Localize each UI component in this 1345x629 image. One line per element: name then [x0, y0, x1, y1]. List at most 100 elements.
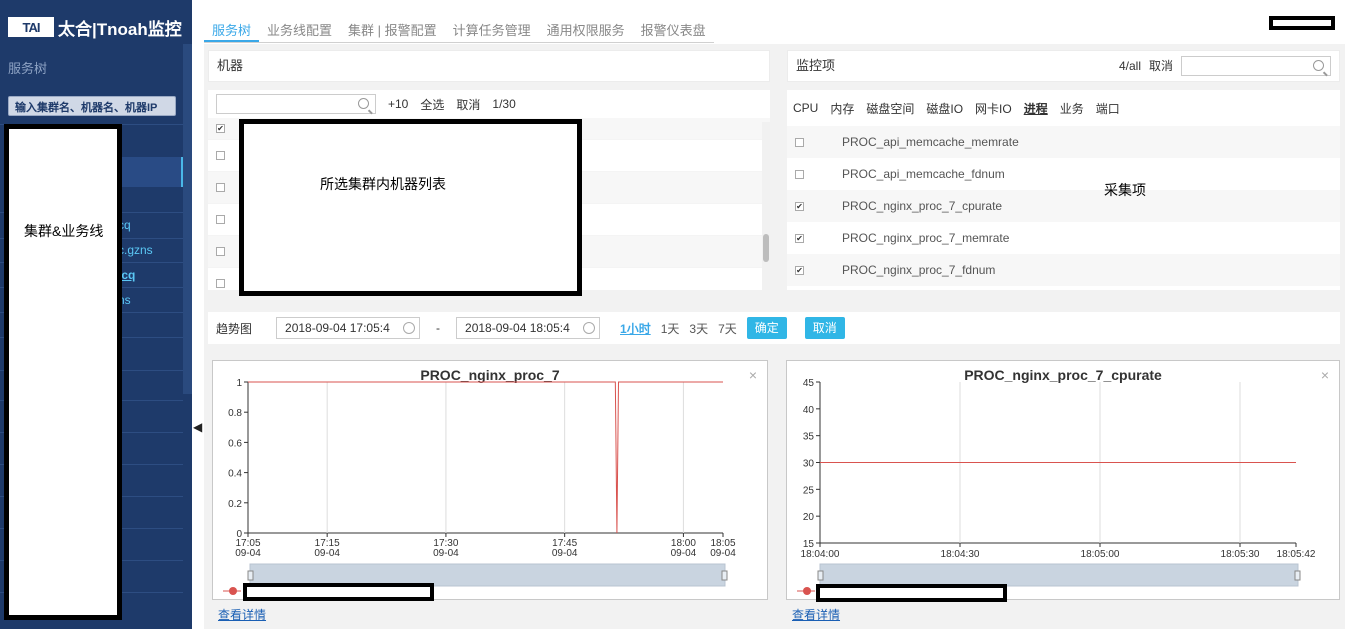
- checkbox[interactable]: [216, 183, 225, 192]
- trend-toolbar: 趋势图 2018-09-04 17:05:4 - 2018-09-04 18:0…: [208, 312, 1340, 344]
- x-tick-date: 09-04: [314, 548, 340, 559]
- checkbox[interactable]: ✔: [216, 124, 225, 133]
- tab-permission[interactable]: 通用权限服务: [539, 19, 633, 42]
- y-tick-label: 45: [803, 378, 815, 389]
- list-item[interactable]: PROC_api_memcache_memrate: [787, 126, 1340, 158]
- checkbox[interactable]: ✔: [795, 265, 804, 275]
- page-indicator: 1/30: [492, 97, 516, 111]
- checkbox[interactable]: [216, 215, 225, 224]
- cluster-search-input[interactable]: 输入集群名、机器名、机器IP: [8, 96, 176, 116]
- redaction-label: 所选集群内机器列表: [320, 176, 446, 192]
- checkbox[interactable]: ✔: [795, 233, 804, 243]
- navigator-handle-right: [1294, 570, 1301, 581]
- list-item[interactable]: ✔ PROC_nginx_proc_7_fdnum: [787, 254, 1340, 286]
- navigator-handle-left: [247, 570, 254, 581]
- tab-business[interactable]: 业务: [1060, 100, 1084, 117]
- list-item[interactable]: ✔ PROC_nginx_proc_7_cpurate: [787, 190, 1340, 222]
- range-3d[interactable]: 3天: [689, 320, 708, 337]
- range-1d[interactable]: 1天: [661, 320, 680, 337]
- redaction-label: 集群&业务线: [24, 223, 104, 239]
- scrollbar-thumb[interactable]: [763, 234, 769, 262]
- app-logo[interactable]: TAI 太合|Tnoah监控: [8, 14, 182, 40]
- x-tick-label: 18:05:42: [1277, 549, 1316, 560]
- tab-compute-task[interactable]: 计算任务管理: [445, 19, 539, 42]
- redacted-user-info: [1269, 16, 1335, 30]
- clock-icon: [583, 322, 596, 334]
- cancel-select-button[interactable]: 取消: [456, 96, 480, 113]
- y-tick-label: 20: [803, 512, 815, 523]
- tab-service-tree[interactable]: 服务树: [204, 19, 260, 42]
- checkbox[interactable]: [216, 151, 225, 160]
- redacted-legend: [243, 583, 434, 601]
- confirm-button[interactable]: 确定: [746, 317, 787, 339]
- y-tick-label: 30: [803, 459, 815, 470]
- checkbox[interactable]: [795, 169, 804, 179]
- y-tick-label: 0.4: [228, 469, 242, 480]
- tab-cpu[interactable]: CPU: [793, 101, 818, 115]
- monitor-search-input[interactable]: [1181, 56, 1331, 76]
- x-tick-label: 18:04:30: [941, 549, 980, 560]
- end-time-value: 2018-09-04 18:05:4: [465, 321, 570, 335]
- item-name: PROC_nginx_proc_7_fdnum: [842, 263, 996, 277]
- chart-plot-2: 1520253035404518:04:00 18:04:30 18:05:00 18…: [797, 378, 1316, 595]
- tab-cluster-alarm[interactable]: 集群 | 报警配置: [340, 19, 445, 42]
- x-tick-label: 18:04:00: [801, 549, 840, 560]
- checkbox[interactable]: [795, 137, 804, 147]
- end-time-input[interactable]: 2018-09-04 18:05:4: [456, 317, 601, 339]
- cancel-button[interactable]: 取消: [804, 317, 845, 339]
- x-tick-label: 18:05:00: [1081, 549, 1120, 560]
- x-tick-date: 09-04: [235, 548, 261, 559]
- machine-list-scrollbar[interactable]: [762, 122, 770, 290]
- y-tick-label: 1: [236, 378, 242, 389]
- tab-process[interactable]: 进程: [1024, 100, 1048, 117]
- item-name: PROC_nginx_proc_7_cpurate: [842, 199, 1003, 213]
- navigator-handle-right: [721, 570, 728, 581]
- checkbox[interactable]: [216, 279, 225, 288]
- range-7d[interactable]: 7天: [718, 320, 737, 337]
- main-tabs: 服务树 业务线配置 集群 | 报警配置 计算任务管理 通用权限服务 报警仪表盘: [204, 19, 714, 43]
- list-item[interactable]: ✔ PROC_nginx_proc_7_memrate: [787, 222, 1340, 254]
- checkbox[interactable]: [216, 247, 225, 256]
- y-tick-label: 35: [803, 432, 815, 443]
- start-time-input[interactable]: 2018-09-04 17:05:4: [276, 317, 421, 339]
- checkbox[interactable]: ✔: [795, 201, 804, 211]
- monitor-cancel-button[interactable]: 取消: [1149, 51, 1173, 81]
- x-tick-date: 09-04: [552, 548, 578, 559]
- tab-business-line[interactable]: 业务线配置: [259, 19, 340, 42]
- tab-disk-io[interactable]: 磁盘IO: [926, 100, 963, 117]
- tab-alarm-dashboard[interactable]: 报警仪表盘: [633, 19, 714, 42]
- item-name: PROC_api_memcache_memrate: [842, 135, 1019, 149]
- navigator-range: [819, 563, 1299, 587]
- sidebar-scrollbar[interactable]: [183, 44, 192, 394]
- monitor-category-tabs: CPU 内存 磁盘空间 磁盘IO 网卡IO 进程 业务 端口: [787, 90, 1340, 126]
- tab-port[interactable]: 端口: [1096, 100, 1120, 117]
- tab-memory[interactable]: 内存: [830, 100, 854, 117]
- tab-net-io[interactable]: 网卡IO: [975, 100, 1012, 117]
- machine-search-input[interactable]: [216, 94, 376, 114]
- range-1h[interactable]: 1小时: [620, 320, 651, 337]
- start-time-value: 2018-09-04 17:05:4: [285, 321, 390, 335]
- chart-card-1: PROC_nginx_proc_7 × 0 0.2 0.4 0.6 0.8 1 17:05 0…: [212, 360, 768, 600]
- tab-disk-space[interactable]: 磁盘空间: [866, 100, 914, 117]
- list-item[interactable]: PROC_api_memcache_fdnum: [787, 158, 1340, 190]
- y-tick-label: 0.2: [228, 499, 242, 510]
- view-details-link[interactable]: 查看详情: [218, 606, 266, 623]
- search-icon: [1313, 60, 1324, 71]
- redaction-box-machines: 所选集群内机器列表: [239, 119, 582, 296]
- add-ten-button[interactable]: +10: [388, 97, 408, 111]
- chart-card-2: PROC_nginx_proc_7_cpurate × 15 20 25 30 35 40…: [786, 360, 1340, 600]
- legend-marker: [803, 587, 811, 595]
- app-title: 太合|Tnoah监控: [58, 19, 182, 39]
- item-name: PROC_nginx_proc_7_memrate: [842, 231, 1010, 245]
- monitor-header: 监控项 4/all 取消: [787, 50, 1340, 82]
- x-tick-date: 09-04: [710, 548, 736, 559]
- y-tick-label: 40: [803, 405, 815, 416]
- select-all-button[interactable]: 全选: [420, 96, 444, 113]
- sidebar-selected-item[interactable]: [118, 157, 184, 187]
- view-details-link[interactable]: 查看详情: [792, 606, 840, 623]
- legend-marker: [229, 587, 237, 595]
- redacted-legend: [816, 584, 1007, 602]
- sidebar-item[interactable]: c.gzns: [118, 243, 153, 257]
- x-tick-date: 09-04: [433, 548, 459, 559]
- sidebar-title: 服务树: [8, 61, 48, 76]
